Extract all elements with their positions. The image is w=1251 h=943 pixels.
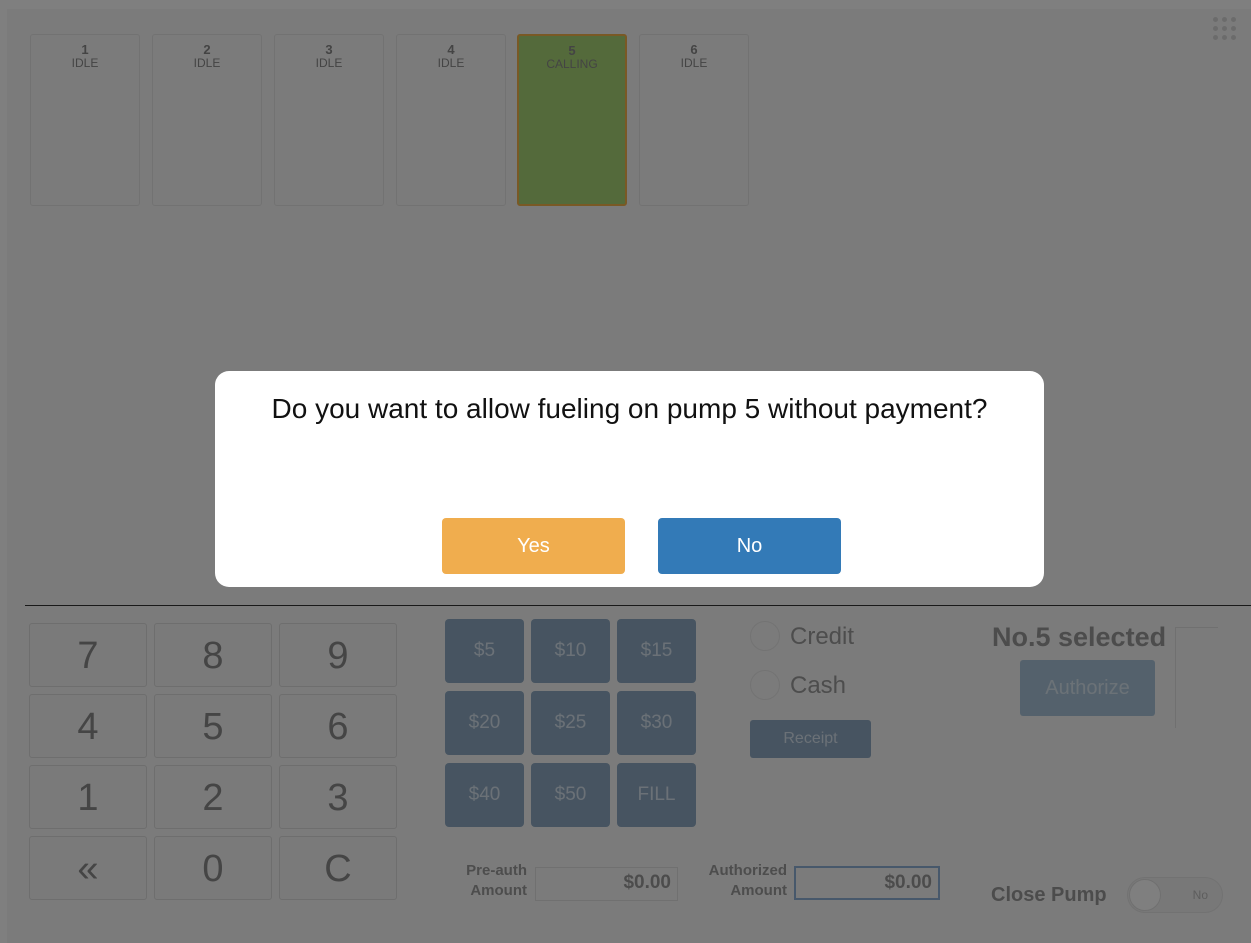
confirm-dialog: Do you want to allow fueling on pump 5 w…: [215, 371, 1044, 587]
dialog-message: Do you want to allow fueling on pump 5 w…: [271, 393, 988, 424]
no-button[interactable]: No: [658, 518, 841, 574]
yes-button[interactable]: Yes: [442, 518, 625, 574]
